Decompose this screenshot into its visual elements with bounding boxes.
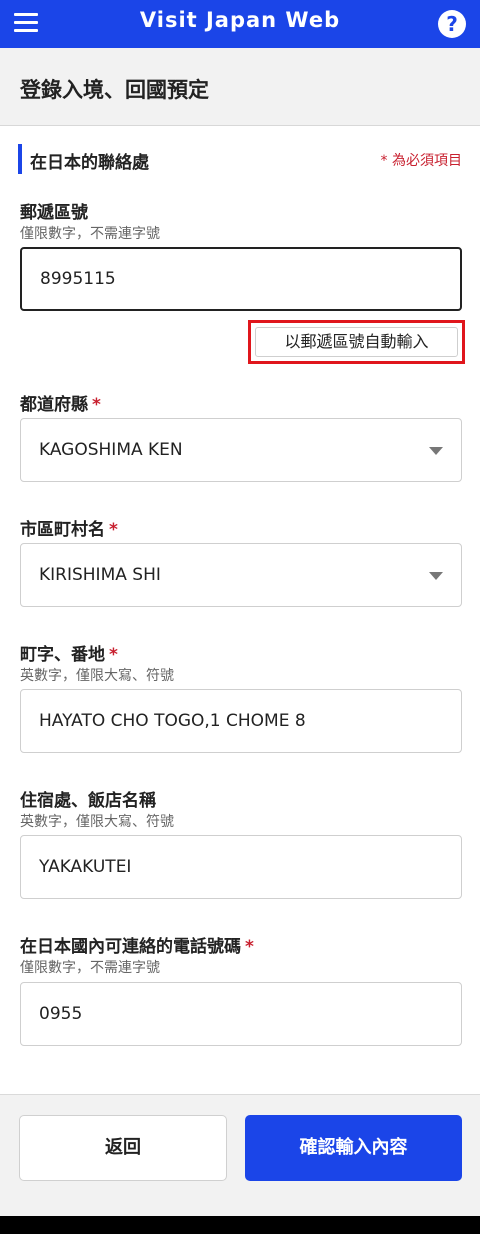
address-label: 町字、番地 *	[20, 640, 118, 665]
footer-actions: 返回 確認輸入內容	[0, 1094, 480, 1216]
prefecture-select[interactable]: KAGOSHIMA KEN	[20, 418, 462, 482]
prefecture-label-text: 都道府縣	[20, 395, 88, 415]
app-title: Visit Japan Web	[139, 8, 341, 32]
prefecture-value: KAGOSHIMA KEN	[39, 440, 183, 460]
section-accent-bar	[18, 144, 22, 174]
city-select[interactable]: KIRISHIMA SHI	[20, 543, 462, 607]
phone-hint: 僅限數字，不需連字號	[20, 960, 160, 976]
confirm-button[interactable]: 確認輸入內容	[245, 1115, 462, 1181]
prefecture-label: 都道府縣 *	[20, 390, 101, 415]
city-value: KIRISHIMA SHI	[39, 565, 161, 585]
system-nav-bar	[0, 1216, 480, 1234]
form-content: 在日本的聯絡處 * 為必須項目 郵遞區號 僅限數字，不需連字號 8995115 …	[0, 126, 480, 1094]
auto-fill-highlight: 以郵遞區號自動輸入	[248, 320, 465, 364]
required-mark: *	[92, 395, 101, 415]
required-mark: *	[109, 520, 118, 540]
dropdown-caret-icon	[429, 572, 443, 580]
phone-input[interactable]: 0955	[20, 982, 462, 1046]
postal-code-label-text: 郵遞區號	[20, 203, 88, 223]
lodging-label: 住宿處、飯店名稱	[20, 786, 156, 811]
help-icon[interactable]: ?	[438, 10, 466, 38]
page-header: 登錄入境、回國預定	[0, 48, 480, 126]
address-hint: 英數字，僅限大寫、符號	[20, 668, 174, 684]
postal-auto-fill-button[interactable]: 以郵遞區號自動輸入	[255, 327, 458, 357]
lodging-label-text: 住宿處、飯店名稱	[20, 791, 156, 811]
phone-label-text: 在日本國內可連絡的電話號碼	[20, 937, 241, 957]
city-label-text: 市區町村名	[20, 520, 105, 540]
dropdown-caret-icon	[429, 447, 443, 455]
postal-code-label: 郵遞區號	[20, 198, 88, 223]
required-mark: *	[245, 937, 254, 957]
city-label: 市區町村名 *	[20, 515, 118, 540]
top-app-bar: Visit Japan Web ?	[0, 0, 480, 48]
section-title: 在日本的聯絡處	[30, 153, 149, 173]
lodging-hint: 英數字，僅限大寫、符號	[20, 814, 174, 830]
postal-code-hint: 僅限數字，不需連字號	[20, 226, 160, 242]
back-button[interactable]: 返回	[19, 1115, 227, 1181]
page-title: 登錄入境、回國預定	[20, 78, 209, 102]
postal-code-input[interactable]: 8995115	[20, 247, 462, 311]
required-note: * 為必須項目	[380, 153, 462, 169]
address-input[interactable]: HAYATO CHO TOGO,1 CHOME 8	[20, 689, 462, 753]
phone-label: 在日本國內可連絡的電話號碼 *	[20, 932, 254, 957]
required-mark: *	[109, 645, 118, 665]
lodging-input[interactable]: YAKAKUTEI	[20, 835, 462, 899]
address-label-text: 町字、番地	[20, 645, 105, 665]
